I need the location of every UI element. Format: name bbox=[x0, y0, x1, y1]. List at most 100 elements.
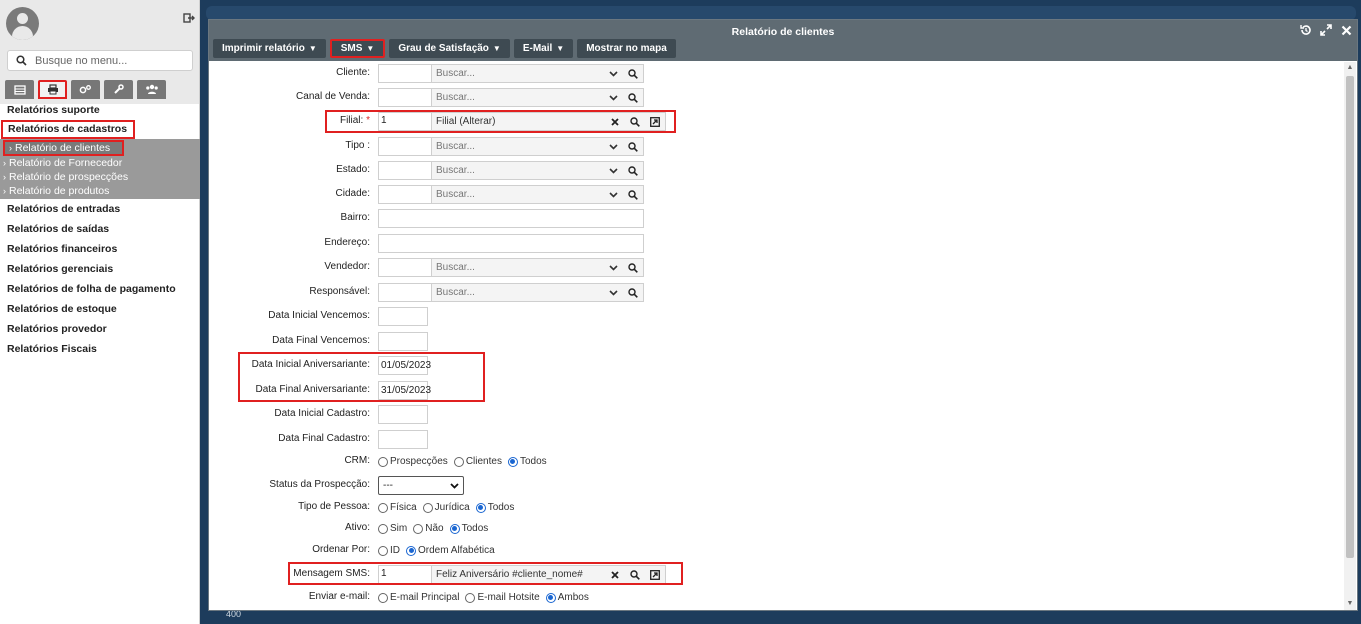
canal-lookup[interactable]: Buscar... bbox=[378, 88, 644, 107]
cliente-lookup[interactable]: Buscar... bbox=[378, 64, 644, 83]
bairro-input[interactable] bbox=[378, 209, 644, 228]
responsavel-code-input[interactable] bbox=[379, 284, 432, 301]
tipo-pessoa-radio-juridica[interactable]: Jurídica bbox=[422, 502, 470, 513]
crm-radio-prospeccoes[interactable]: Prospecções bbox=[378, 456, 448, 467]
sidebar-item-saidas[interactable]: Relatórios de saídas bbox=[0, 219, 200, 239]
canal-code-input[interactable] bbox=[379, 89, 432, 106]
email-button[interactable]: E-Mail ▼ bbox=[513, 39, 574, 58]
sidebar-subitem-prospeccoes[interactable]: › Relatório de prospecções bbox=[0, 170, 200, 184]
search-icon[interactable] bbox=[623, 259, 643, 276]
row-enviar-email: Enviar e-mail: E-mail Principal E-mail H… bbox=[209, 587, 1345, 609]
data-ini-cad-input[interactable] bbox=[378, 405, 428, 424]
status-prosp-select[interactable]: --- bbox=[378, 476, 464, 495]
sidebar-item-entradas[interactable]: Relatórios de entradas bbox=[0, 199, 200, 219]
search-icon[interactable] bbox=[623, 186, 643, 203]
sidebar-subitem-clientes[interactable]: › Relatório de clientes bbox=[3, 140, 124, 156]
satisfaction-button[interactable]: Grau de Satisfação ▼ bbox=[389, 39, 510, 58]
responsavel-search-text[interactable]: Buscar... bbox=[432, 284, 603, 301]
search-icon[interactable] bbox=[623, 89, 643, 106]
data-fim-venc-input[interactable] bbox=[378, 332, 428, 351]
data-ini-venc-input[interactable] bbox=[378, 307, 428, 326]
radio-label: E-mail Hotsite bbox=[477, 592, 540, 603]
ativo-radio-sim[interactable]: Sim bbox=[378, 523, 407, 534]
radio-label: Todos bbox=[487, 502, 515, 513]
tab-users[interactable] bbox=[137, 80, 166, 99]
chevron-down-icon[interactable] bbox=[603, 259, 623, 276]
chevron-down-icon[interactable] bbox=[603, 89, 623, 106]
estado-lookup[interactable]: Buscar... bbox=[378, 161, 644, 180]
vendedor-lookup[interactable]: Buscar... bbox=[378, 258, 644, 277]
tipo-pessoa-radio-fisica[interactable]: Física bbox=[378, 502, 417, 513]
ordenar-radio-alfabetica[interactable]: Ordem Alfabética bbox=[406, 545, 495, 556]
canal-search-text[interactable]: Buscar... bbox=[432, 89, 603, 106]
close-icon[interactable] bbox=[1339, 23, 1353, 37]
sidebar-subitem-fornecedor[interactable]: › Relatório de Fornecedor bbox=[0, 156, 200, 170]
radio-label: Ambos bbox=[557, 592, 589, 603]
chevron-down-icon[interactable] bbox=[603, 138, 623, 155]
cidade-search-text[interactable]: Buscar... bbox=[432, 186, 603, 203]
label-ativo: Ativo: bbox=[344, 522, 370, 533]
chevron-down-icon[interactable] bbox=[603, 65, 623, 82]
history-icon[interactable] bbox=[1299, 23, 1313, 37]
ordenar-radio-id[interactable]: ID bbox=[378, 545, 400, 556]
crm-radio-clientes[interactable]: Clientes bbox=[453, 456, 502, 467]
search-icon[interactable] bbox=[623, 284, 643, 301]
enviar-email-radio-hotsite[interactable]: E-mail Hotsite bbox=[465, 592, 540, 603]
chevron-down-icon[interactable] bbox=[603, 186, 623, 203]
tab-tools[interactable] bbox=[104, 80, 133, 99]
row-data-fim-venc: Data Final Vencemos: bbox=[209, 331, 1345, 353]
vendedor-search-text[interactable]: Buscar... bbox=[432, 259, 603, 276]
scroll-up-icon[interactable]: ▲ bbox=[1346, 64, 1354, 72]
chevron-down-icon[interactable] bbox=[603, 284, 623, 301]
label-status-prosp: Status da Prospecção: bbox=[269, 479, 370, 490]
sidebar-item-financeiros[interactable]: Relatórios financeiros bbox=[0, 239, 200, 259]
vendedor-code-input[interactable] bbox=[379, 259, 432, 276]
enviar-email-radio-ambos[interactable]: Ambos bbox=[545, 592, 589, 603]
enviar-email-radio-principal[interactable]: E-mail Principal bbox=[378, 592, 459, 603]
ativo-radio-nao[interactable]: Não bbox=[413, 523, 444, 534]
chevron-down-icon[interactable] bbox=[603, 162, 623, 179]
sidebar-item-fiscais[interactable]: Relatórios Fiscais bbox=[0, 339, 200, 359]
form-scrollbar[interactable]: ▲ ▼ bbox=[1344, 62, 1356, 610]
cidade-lookup[interactable]: Buscar... bbox=[378, 185, 644, 204]
search-icon[interactable] bbox=[623, 138, 643, 155]
label-canal: Canal de Venda: bbox=[296, 91, 370, 102]
sidebar-item-estoque[interactable]: Relatórios de estoque bbox=[0, 299, 200, 319]
logout-icon[interactable] bbox=[183, 12, 195, 24]
sidebar-item-cadastros[interactable]: Relatórios de cadastros bbox=[1, 120, 136, 139]
search-icon[interactable] bbox=[623, 65, 643, 82]
search-icon[interactable] bbox=[623, 162, 643, 179]
tab-list[interactable] bbox=[5, 80, 34, 99]
crm-radio-todos[interactable]: Todos bbox=[507, 456, 547, 467]
scroll-down-icon[interactable]: ▼ bbox=[1346, 600, 1354, 608]
sidebar-item-gerenciais[interactable]: Relatórios gerenciais bbox=[0, 259, 200, 279]
expand-icon[interactable] bbox=[1319, 23, 1333, 37]
row-status-prosp: Status da Prospecção: --- bbox=[209, 475, 1345, 497]
sidebar-item-suporte[interactable]: Relatórios suporte bbox=[0, 100, 200, 120]
print-report-button[interactable]: Imprimir relatório ▼ bbox=[213, 39, 326, 58]
row-estado: Estado: Buscar... bbox=[209, 160, 1345, 182]
estado-search-text[interactable]: Buscar... bbox=[432, 162, 603, 179]
sidebar-item-folha[interactable]: Relatórios de folha de pagamento bbox=[0, 279, 200, 299]
cidade-code-input[interactable] bbox=[379, 186, 432, 203]
avatar[interactable] bbox=[6, 7, 39, 40]
tipo-pessoa-radio-todos[interactable]: Todos bbox=[475, 502, 515, 513]
cliente-search-text[interactable]: Buscar... bbox=[432, 65, 603, 82]
cliente-code-input[interactable] bbox=[379, 65, 432, 82]
sidebar-subitem-produtos[interactable]: › Relatório de produtos bbox=[0, 184, 200, 198]
sms-button[interactable]: SMS ▼ bbox=[329, 39, 386, 58]
show-map-button[interactable]: Mostrar no mapa bbox=[577, 39, 676, 58]
tipo-lookup[interactable]: Buscar... bbox=[378, 137, 644, 156]
tipo-search-text[interactable]: Buscar... bbox=[432, 138, 603, 155]
sidebar-item-provedor[interactable]: Relatórios provedor bbox=[0, 319, 200, 339]
menu-search-input[interactable]: Busque no menu... bbox=[7, 50, 193, 71]
tab-settings[interactable] bbox=[71, 80, 100, 99]
endereco-input[interactable] bbox=[378, 234, 644, 253]
tipo-code-input[interactable] bbox=[379, 138, 432, 155]
tab-reports[interactable] bbox=[38, 80, 67, 99]
responsavel-lookup[interactable]: Buscar... bbox=[378, 283, 644, 302]
ativo-radio-todos[interactable]: Todos bbox=[449, 523, 488, 534]
data-fim-cad-input[interactable] bbox=[378, 430, 428, 449]
estado-code-input[interactable] bbox=[379, 162, 432, 179]
scroll-thumb[interactable] bbox=[1346, 76, 1354, 558]
